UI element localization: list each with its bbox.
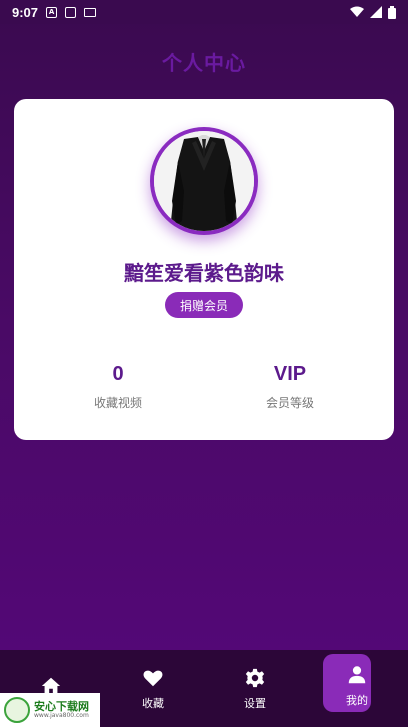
username: 黯笙爱看紫色韵味 bbox=[124, 261, 284, 285]
donate-membership-button[interactable]: 捐赠会员 bbox=[165, 292, 243, 318]
heart-icon bbox=[143, 670, 163, 686]
battery-icon bbox=[388, 5, 396, 19]
status-bar: 9:07 A bbox=[0, 0, 408, 24]
favorites-count: 0 bbox=[112, 363, 124, 385]
nav-settings-label: 设置 bbox=[244, 696, 266, 710]
profile-card: 黯笙爱看紫色韵味 捐赠会员 0 收藏视频 VIP 会员等级 bbox=[14, 99, 394, 440]
favorites-stat[interactable]: 0 收藏视频 bbox=[48, 363, 188, 411]
nav-mine-label: 我的 bbox=[346, 693, 368, 707]
suit-avatar-image bbox=[154, 131, 254, 231]
nav-mine[interactable]: 我的 bbox=[306, 650, 408, 727]
status-time: 9:07 bbox=[12, 4, 39, 20]
signal-icon bbox=[370, 6, 382, 18]
member-level-stat[interactable]: VIP 会员等级 bbox=[220, 363, 360, 411]
person-icon bbox=[348, 665, 366, 683]
member-level-value: VIP bbox=[273, 363, 307, 385]
nav-favorites-label: 收藏 bbox=[142, 696, 164, 710]
member-level-label: 会员等级 bbox=[265, 396, 314, 410]
home-icon bbox=[41, 677, 61, 694]
nav-favorites[interactable]: 收藏 bbox=[102, 650, 204, 727]
favorites-label: 收藏视频 bbox=[93, 396, 142, 410]
watermark-logo-icon bbox=[4, 697, 30, 723]
wifi-icon bbox=[350, 6, 364, 17]
gear-icon bbox=[245, 668, 265, 687]
notification-box-icon bbox=[84, 7, 97, 17]
page-title: 个人中心 bbox=[162, 51, 246, 75]
nav-settings[interactable]: 设置 bbox=[204, 650, 306, 727]
avatar[interactable] bbox=[150, 127, 258, 235]
watermark-url: www.java800.com bbox=[34, 711, 89, 719]
notification-a-icon: A bbox=[46, 6, 58, 18]
notification-image-icon bbox=[65, 6, 77, 18]
